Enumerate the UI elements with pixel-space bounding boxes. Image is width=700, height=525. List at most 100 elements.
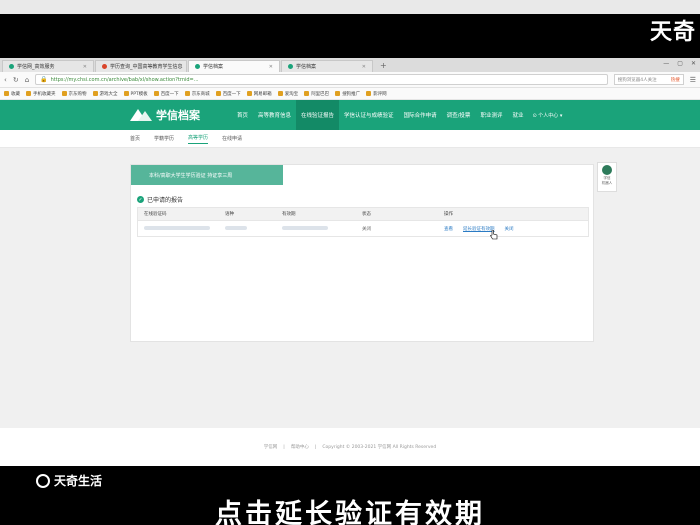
hand-cursor-icon [490, 230, 498, 240]
browser-tab-3[interactable]: 学信档案 ✕ [188, 60, 280, 72]
brand-watermark-text: 天奇生活 [54, 474, 103, 488]
search-placeholder: 搜狗浏览器4人关注 [617, 77, 657, 83]
hot-search-label: 热搜 [670, 77, 680, 83]
bookmark-item[interactable]: 收藏 [4, 91, 20, 97]
logo-mountain-icon [130, 109, 152, 121]
bookmark-icon [277, 91, 283, 96]
cell-status: 关闭 [362, 226, 371, 232]
nav-item[interactable]: 在线验证报告 [296, 100, 340, 130]
bookmark-item[interactable]: 阿里巴巴 [304, 91, 329, 97]
section-title: ✓ 已申请的报告 [137, 195, 183, 204]
bookmark-label: PPT模板 [130, 91, 148, 97]
close-icon[interactable]: ✕ [362, 64, 366, 70]
maximize-icon[interactable]: ▢ [677, 60, 683, 67]
home-icon[interactable]: ⌂ [25, 76, 29, 84]
bookmark-label: 爱淘宝 [284, 91, 299, 97]
video-frame-bottom: 天奇生活 点击延长验证有效期 [0, 466, 700, 525]
address-bar[interactable]: 🔒 https://my.chsi.com.cn/archive/bab/xl/s… [35, 74, 608, 85]
tab-label: 学历查询_中国高等教育学生信息 [110, 64, 183, 70]
video-subtitle: 点击延长验证有效期 [215, 499, 485, 525]
browser-tab-4[interactable]: 学信档案 ✕ [281, 60, 373, 72]
nav-item[interactable]: 学信认证与成绩验证 [339, 100, 399, 130]
cell-code [138, 225, 225, 232]
subnav-item[interactable]: 学籍学历 [154, 135, 174, 142]
bookmark-icon [123, 91, 129, 96]
watermark-top: 天奇 [649, 20, 696, 45]
search-input[interactable]: 搜狗浏览器4人关注 热搜 [613, 74, 684, 85]
bookmark-icon [366, 91, 372, 96]
tab-strip: 学信网_高效服务✕ 学历查询_中国高等教育学生信息✕ 学信档案✕ 学信档案✕ +… [0, 58, 700, 72]
favicon-icon [102, 64, 107, 69]
report-card: 本科/高职大学生学历验证 持证享三周 ✓ 已申请的报告 在线验证码 语种 有效期 … [130, 164, 594, 342]
nav-item[interactable]: 职业测评 [475, 100, 507, 130]
site-logo[interactable]: 学信档案 [130, 107, 232, 123]
nav-item[interactable]: 高等教育信息 [253, 100, 296, 130]
notice-banner[interactable]: 本科/高职大学生学历验证 持证享三周 [131, 165, 283, 185]
bookmark-item[interactable]: 爱淘宝 [277, 91, 299, 97]
back-icon[interactable]: ‹ [4, 76, 7, 84]
bookmark-item[interactable]: 京东商城 [184, 91, 210, 97]
bookmark-item[interactable]: 百度一下 [153, 91, 179, 97]
subnav-item[interactable]: 首页 [130, 135, 140, 142]
search-icon [36, 473, 50, 488]
footer-link-chsi[interactable]: 学信网 [264, 444, 278, 450]
nav-item[interactable]: 调查/投票 [442, 100, 476, 130]
subnav-item[interactable]: 高等学历 [188, 134, 209, 144]
url-text: https://my.chsi.com.cn/archive/bab/xl/sh… [50, 76, 199, 83]
bookmark-label: 京东购物 [68, 91, 87, 97]
address-row: ‹ ↻ ⌂ 🔒 https://my.chsi.com.cn/archive/ba… [0, 72, 700, 88]
table-header: 在线验证码 语种 有效期 状态 操作 [137, 207, 589, 221]
bookmark-item[interactable]: 网易邮箱 [246, 91, 272, 97]
bookmark-label: 手机收藏夹 [33, 91, 56, 97]
header-status: 状态 [362, 212, 371, 217]
site-header: 学信档案 首页 高等教育信息 在线验证报告 学信认证与成绩验证 国际合作申请 调查/投票职… [0, 100, 700, 130]
bookmark-item[interactable]: 手机收藏夹 [26, 91, 56, 97]
cell-actions: 查看 延长验证有效期 关闭 [444, 226, 588, 232]
bookmark-item[interactable]: 京东购物 [61, 91, 87, 97]
bookmark-icon [304, 91, 310, 96]
bookmark-label: 京东商城 [191, 91, 210, 97]
bookmark-icon [61, 91, 67, 96]
browser-tab-2[interactable]: 学历查询_中国高等教育学生信息✕ [95, 60, 187, 72]
footer-divider: | [283, 444, 285, 450]
menu-icon[interactable]: ☰ [690, 76, 696, 84]
bookmark-item[interactable]: 搜狗推广 [335, 91, 360, 97]
view-link[interactable]: 查看 [444, 226, 453, 232]
window-controls: — ▢ ✕ [663, 60, 696, 67]
close-icon[interactable]: ✕ [186, 64, 187, 70]
close-icon[interactable]: ✕ [269, 64, 273, 70]
top-background [0, 0, 700, 14]
close-window-icon[interactable]: ✕ [691, 60, 696, 67]
report-table: 在线验证码 语种 有效期 状态 操作 关闭 查看 延长验证有效期 关闭 [137, 207, 589, 237]
tab-label: 学信档案 [203, 64, 224, 70]
cell-expiry [282, 225, 362, 232]
user-center-menu[interactable]: ⊙ 个人中心 ▾ [532, 112, 562, 119]
bookmark-item[interactable]: 影评网 [366, 91, 387, 97]
tab-label: 学信档案 [296, 64, 317, 70]
bookmarks-bar: 收藏 手机收藏夹 京东购物 游戏大全 PPT模板 百度一下 京东商城 百度一下 网易邮箱 爱淘宝 阿… [0, 88, 700, 100]
new-tab-button[interactable]: + [374, 61, 393, 70]
browser-tab-1[interactable]: 学信网_高效服务 ✕ [2, 60, 94, 72]
assistant-widget[interactable]: 学信 机器人 [597, 162, 617, 192]
nav-item[interactable]: 就业 [507, 100, 528, 130]
close-link[interactable]: 关闭 [505, 226, 514, 232]
footer-link-help[interactable]: 帮助中心 [291, 444, 309, 450]
nav-item[interactable]: 国际合作申请 [399, 100, 442, 130]
bookmark-icon [184, 91, 190, 96]
bookmark-item[interactable]: 百度一下 [215, 91, 241, 97]
bookmark-item[interactable]: 游戏大全 [92, 91, 118, 97]
footer-copyright: Copyright © 2003-2021 学信网 All Rights Res… [322, 445, 437, 450]
nav-item[interactable]: 首页 [232, 100, 253, 130]
bookmark-icon [26, 91, 31, 96]
refresh-icon[interactable]: ↻ [13, 76, 19, 84]
bookmark-label: 网易邮箱 [253, 91, 272, 97]
bookmark-item[interactable]: PPT模板 [123, 91, 148, 97]
minimize-icon[interactable]: — [663, 60, 669, 67]
cell-language [225, 225, 282, 232]
favicon-icon [9, 64, 14, 69]
close-icon[interactable]: ✕ [83, 64, 87, 70]
main-nav: 首页 高等教育信息 在线验证报告 学信认证与成绩验证 国际合作申请 调查/投票 职业测评 就业 [232, 100, 528, 130]
user-center-label: 个人中心 [538, 112, 559, 119]
bookmark-label: 影评网 [373, 91, 387, 97]
subnav-item[interactable]: 在线申请 [222, 135, 242, 142]
